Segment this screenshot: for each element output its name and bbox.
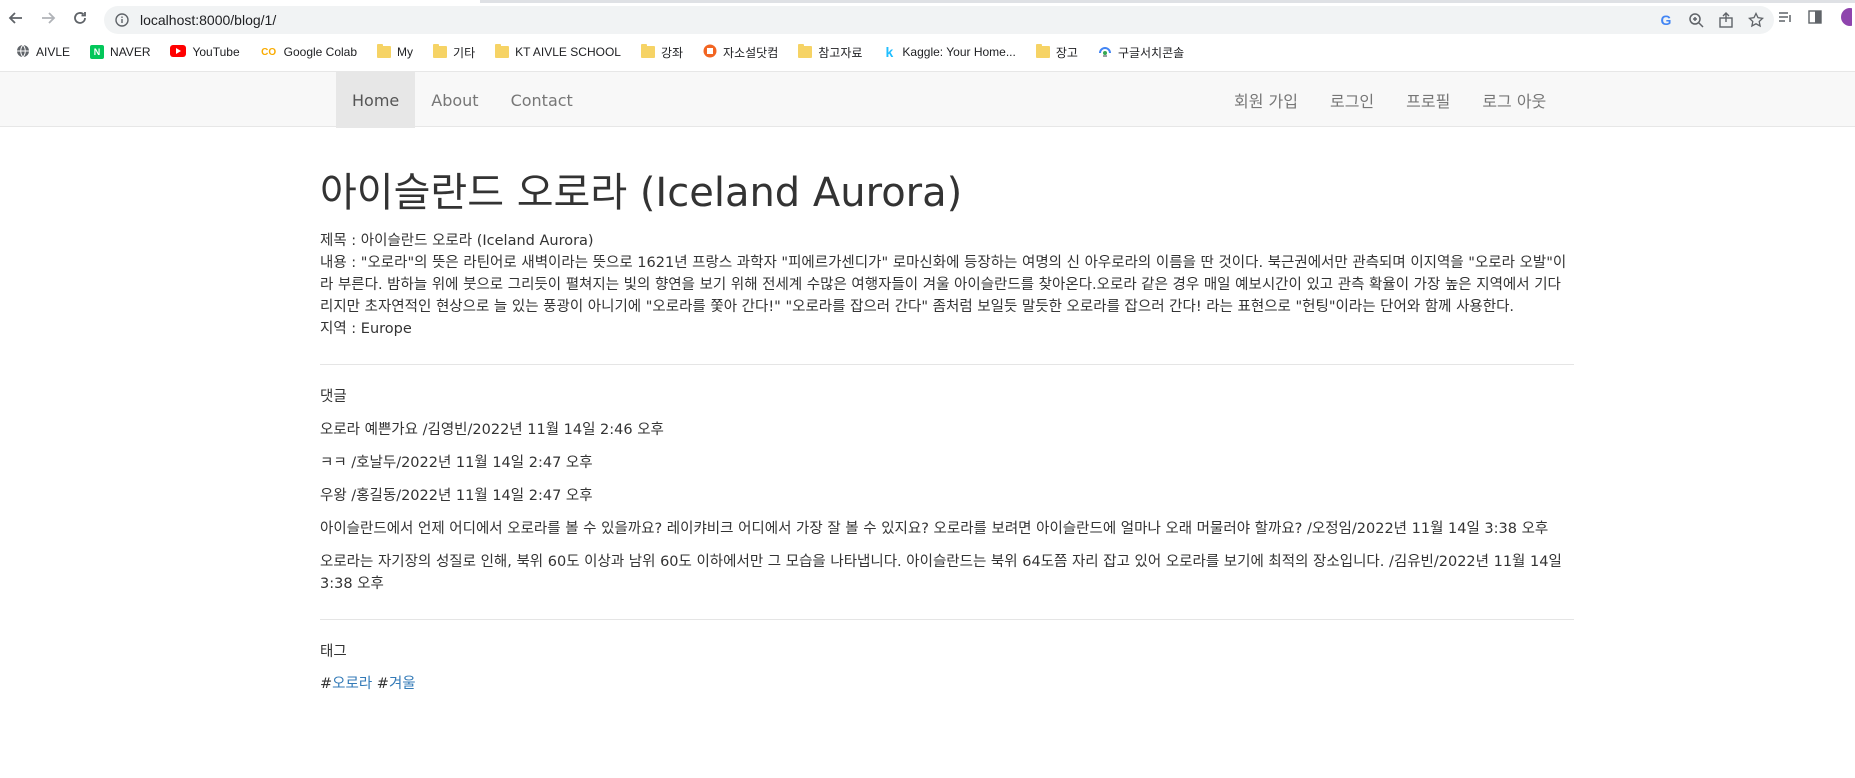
jasoseol-icon <box>703 44 717 61</box>
bookmark-label: NAVER <box>110 45 151 59</box>
post-subject: 제목 : 아이슬란드 오로라 (Iceland Aurora) <box>320 233 594 249</box>
bookmark-label: KT AIVLE SCHOOL <box>515 45 621 59</box>
bookmark-naver[interactable]: N NAVER <box>82 40 158 64</box>
site-navbar: Home About Contact 회원 가입 로그인 프로필 로그 아웃 <box>0 71 1855 128</box>
folder-icon <box>798 44 813 58</box>
page-title: 아이슬란드 오로라 (Iceland Aurora) <box>320 170 963 216</box>
search-console-icon <box>1098 44 1112 61</box>
bookmark-label: Kaggle: Your Home... <box>902 45 1016 59</box>
tags-section: 태그 #오로라 #겨울 <box>320 642 1574 694</box>
bookmark-star-icon[interactable] <box>1746 10 1766 30</box>
nav-login[interactable]: 로그인 <box>1314 72 1390 128</box>
post-detail: 아이슬란드 오로라 (Iceland Aurora) 제목 : 아이슬란드 오로… <box>320 160 1574 694</box>
forward-arrow-icon <box>42 12 56 24</box>
bookmark-label: 장고 <box>1055 45 1078 60</box>
google-translate-icon[interactable]: G <box>1656 10 1676 30</box>
bookmark-label: 자소설닷컴 <box>723 45 779 60</box>
bookmark-google-colab[interactable]: CO Google Colab <box>252 40 365 64</box>
tag-link-winter[interactable]: 겨울 <box>389 676 416 692</box>
bookmark-youtube[interactable]: YouTube <box>162 40 247 64</box>
tags-heading: 태그 <box>320 644 347 660</box>
nav-home[interactable]: Home <box>336 72 416 128</box>
browser-toolbar: localhost:8000/blog/1/ G <box>0 0 1855 35</box>
bookmark-label: Google Colab <box>283 45 358 59</box>
bookmark-folder-kt-aivle[interactable]: KT AIVLE SCHOOL <box>487 40 629 64</box>
url-text[interactable]: localhost:8000/blog/1/ <box>140 12 276 28</box>
divider <box>320 619 1574 620</box>
bookmark-label: 구글서치콘솔 <box>1117 45 1185 60</box>
tag-link-aurora[interactable]: 오로라 <box>332 676 372 692</box>
bookmark-label: My <box>397 45 414 59</box>
post-region: 지역 : Europe <box>320 321 412 337</box>
nav-profile[interactable]: 프로필 <box>1390 72 1466 128</box>
folder-icon <box>1035 44 1050 58</box>
back-button[interactable] <box>6 8 26 28</box>
bookmark-folder-etc[interactable]: 기타 <box>425 40 483 64</box>
colab-icon: CO <box>261 46 277 58</box>
nav-contact[interactable]: Contact <box>495 72 589 128</box>
folder-icon <box>377 44 392 58</box>
nav-signup[interactable]: 회원 가입 <box>1218 72 1314 128</box>
post-content: 내용 : "오로라"의 뜻은 라틴어로 새벽이라는 뜻으로 1621년 프랑스 … <box>320 255 1567 315</box>
post-body: 제목 : 아이슬란드 오로라 (Iceland Aurora) 내용 : "오로… <box>320 230 1574 340</box>
kaggle-icon: k <box>885 44 894 60</box>
nav-logout[interactable]: 로그 아웃 <box>1466 72 1562 128</box>
site-info-icon[interactable] <box>114 12 130 28</box>
comments-heading: 댓글 <box>320 389 347 405</box>
forward-button[interactable] <box>38 8 58 28</box>
bookmark-aivle[interactable]: AIVLE <box>8 40 78 64</box>
comment-item: ㅋㅋ /호날두/2022년 11월 14일 2:47 오후 <box>320 455 593 471</box>
bookmark-label: 기타 <box>453 45 476 60</box>
folder-icon <box>433 44 448 58</box>
bookmark-kaggle[interactable]: k Kaggle: Your Home... <box>874 40 1023 64</box>
side-panel-icon[interactable] <box>1805 7 1825 27</box>
folder-icon <box>640 44 655 58</box>
bookmark-folder-my[interactable]: My <box>369 40 421 64</box>
comment-item: 우왕 /홍길동/2022년 11월 14일 2:47 오후 <box>320 488 593 504</box>
reload-button[interactable] <box>70 8 90 28</box>
reload-icon <box>74 12 86 24</box>
zoom-icon[interactable] <box>1686 10 1706 30</box>
tag-hash: # <box>376 676 389 692</box>
bookmark-folder-lecture[interactable]: 강좌 <box>633 40 691 64</box>
comments-section: 댓글 오로라 예쁜가요 /김영빈/2022년 11월 14일 2:46 오후 ㅋ… <box>320 387 1574 595</box>
bookmark-label: 강좌 <box>660 45 684 60</box>
globe-icon <box>16 44 30 61</box>
tag-hash: # <box>320 676 333 692</box>
bookmark-folder-reference[interactable]: 참고자료 <box>790 40 870 64</box>
comment-item: 오로라는 자기장의 성질로 인해, 북위 60도 이상과 남위 60도 이하에서… <box>320 554 1562 592</box>
tag-list: #오로라 #겨울 <box>320 674 1574 694</box>
bookmark-jasoseol[interactable]: 자소설닷컴 <box>695 40 786 64</box>
address-bar[interactable]: localhost:8000/blog/1/ G <box>104 6 1774 34</box>
bookmark-folder-django[interactable]: 장고 <box>1028 40 1086 64</box>
bookmarks-bar: AIVLE N NAVER YouTube CO Google Colab My… <box>0 38 1855 66</box>
nav-about[interactable]: About <box>415 72 494 128</box>
bookmark-label: 참고자료 <box>818 45 863 60</box>
back-arrow-icon <box>8 12 22 24</box>
comment-item: 아이슬란드에서 언제 어디에서 오로라를 볼 수 있을까요? 레이캬비크 어디에… <box>320 521 1549 537</box>
profile-avatar-icon[interactable] <box>1835 7 1855 27</box>
tab-strip <box>480 0 1855 3</box>
google-letter: G <box>1660 12 1672 28</box>
folder-icon <box>495 44 510 58</box>
youtube-icon <box>170 44 187 60</box>
naver-icon: N <box>90 45 105 59</box>
bookmark-label: AIVLE <box>36 45 71 59</box>
comment-item: 오로라 예쁜가요 /김영빈/2022년 11월 14일 2:46 오후 <box>320 422 664 438</box>
nav-right: 회원 가입 로그인 프로필 로그 아웃 <box>1218 72 1562 128</box>
reading-list-icon[interactable] <box>1775 7 1795 27</box>
nav-left: Home About Contact <box>336 72 589 128</box>
bookmark-label: YouTube <box>192 45 240 59</box>
share-icon[interactable] <box>1716 10 1736 30</box>
divider <box>320 364 1574 365</box>
bookmark-search-console[interactable]: 구글서치콘솔 <box>1090 40 1192 64</box>
